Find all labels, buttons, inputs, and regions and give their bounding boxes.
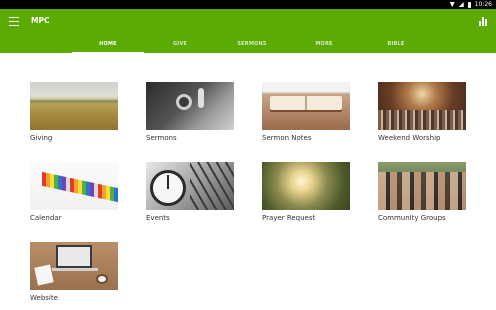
tab-sermons[interactable]: SERMONS [216,38,288,53]
tile-prayer-request[interactable]: Prayer Request [262,162,350,222]
tile-label: Events [146,214,170,222]
tile-sermons[interactable]: Sermons [146,82,234,142]
tile-weekend-worship[interactable]: Weekend Worship [378,82,466,142]
tile-label: Prayer Request [262,214,316,222]
calendar-colored-pencils-image [30,162,118,210]
status-time: 10:26 [474,1,492,8]
website-laptop-desk-image [30,242,118,290]
tab-bar: HOME GIVE SERMONS MORE BIBLE [72,38,432,53]
tab-more[interactable]: MORE [288,38,360,53]
hamburger-menu-icon[interactable] [9,17,19,27]
battery-icon [467,1,471,8]
sermons-microphone-image [146,82,234,130]
signal-icon [458,2,464,7]
tile-label: Sermon Notes [262,134,312,142]
tile-label: Community Groups [378,214,446,222]
tab-bible[interactable]: BIBLE [360,38,432,53]
tile-giving[interactable]: Giving [30,82,118,142]
community-groups-people-image [378,162,466,210]
tile-label: Weekend Worship [378,134,441,142]
tab-give[interactable]: GIVE [144,38,216,53]
tile-label: Sermons [146,134,177,142]
weekend-worship-crowd-image [378,82,466,130]
app-bar: MPC HOME GIVE SERMONS MORE BIBLE [0,9,496,53]
bar-chart-icon[interactable] [479,17,488,26]
wifi-icon [449,2,455,7]
tile-label: Giving [30,134,53,142]
sermon-notes-bible-image [262,82,350,130]
tile-events[interactable]: Events [146,162,234,222]
tile-label: Calendar [30,214,62,222]
events-clock-image [146,162,234,210]
tile-community-groups[interactable]: Community Groups [378,162,466,222]
app-title: MPC [31,16,50,25]
tile-calendar[interactable]: Calendar [30,162,118,222]
status-icons: 10:26 [449,0,492,9]
tile-sermon-notes[interactable]: Sermon Notes [262,82,350,142]
giving-wheat-field-image [30,82,118,130]
tile-website[interactable]: Website [30,242,118,302]
tab-home[interactable]: HOME [72,38,144,53]
tile-label: Website [30,294,58,302]
status-bar: 10:26 [0,0,496,9]
prayer-request-sunset-field-image [262,162,350,210]
